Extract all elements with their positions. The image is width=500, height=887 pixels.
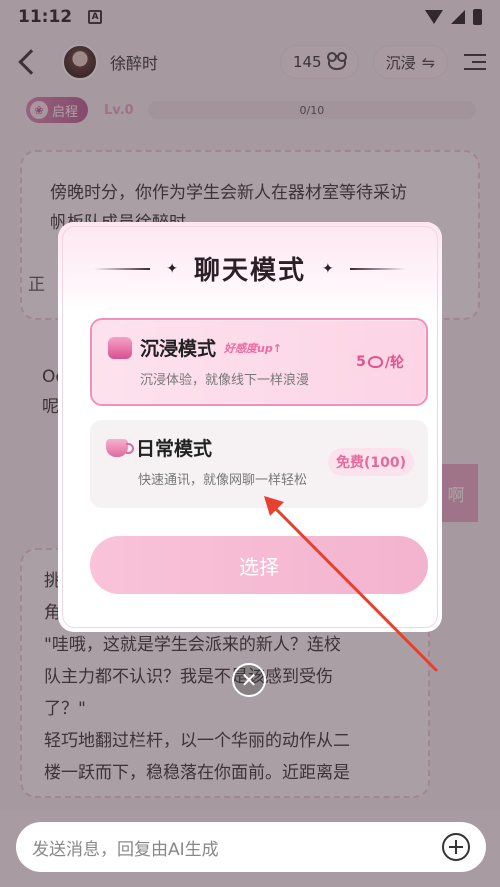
star-icon: ✦ (322, 260, 334, 277)
cup-icon (106, 438, 134, 457)
close-icon[interactable]: ✕ (232, 663, 266, 697)
message-input[interactable]: 发送消息，回复由AI生成 (16, 822, 486, 872)
chat-mode-dialog: ✦ 聊天模式 ✦ 沉浸模式 好感度up↑ 沉浸体验，就像线下一样浪漫 5 /轮 … (58, 222, 442, 632)
option-name: 沉浸模式 (140, 338, 217, 360)
dialog-title: 聊天模式 (193, 256, 306, 286)
option-tag: 好感度up↑ (224, 341, 282, 355)
plus-icon[interactable] (442, 833, 470, 861)
price-badge: 5 /轮 (348, 348, 412, 376)
gift-icon (108, 336, 132, 359)
bear-icon (367, 356, 383, 368)
option-daily-mode[interactable]: 日常模式 快速通讯，就像网聊一样轻松 免费(100) (90, 420, 428, 508)
option-immersive-mode[interactable]: 沉浸模式 好感度up↑ 沉浸体验，就像线下一样浪漫 5 /轮 (90, 318, 428, 406)
option-name: 日常模式 (136, 438, 213, 460)
star-icon: ✦ (166, 260, 178, 277)
price-badge: 免费(100) (327, 448, 414, 476)
title-divider (94, 267, 151, 270)
price-number: 5 (356, 354, 366, 370)
select-button[interactable]: 选择 (90, 536, 428, 594)
dialog-title-row: ✦ 聊天模式 ✦ (58, 250, 442, 287)
price-unit: /轮 (384, 355, 404, 371)
input-placeholder: 发送消息，回复由AI生成 (32, 839, 219, 860)
title-divider (349, 267, 406, 270)
